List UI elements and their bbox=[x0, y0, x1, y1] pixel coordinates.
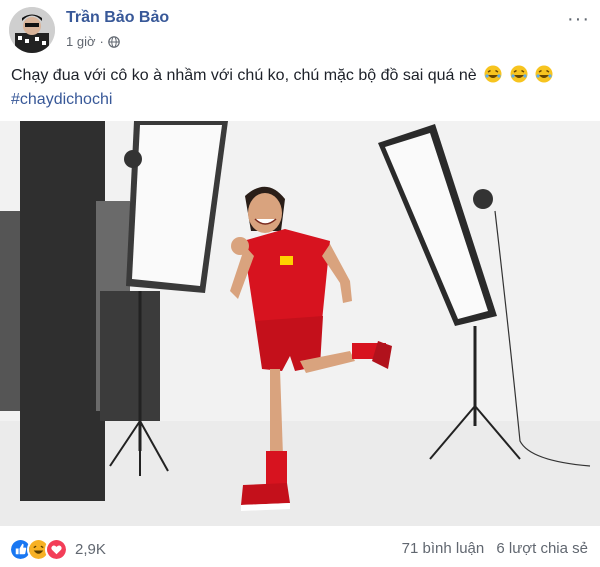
post-message: Chạy đua với cô ko à nhầm với chú ko, ch… bbox=[11, 64, 553, 88]
post-text: Chạy đua với cô ko à nhầm với chú ko, ch… bbox=[11, 64, 553, 112]
post-header: Trần Bảo Bảo 1 giờ · ··· bbox=[0, 0, 600, 56]
laughing-emoji-icon bbox=[510, 65, 528, 83]
love-icon bbox=[45, 538, 68, 561]
avatar[interactable] bbox=[9, 7, 55, 53]
post-meta: 1 giờ · bbox=[66, 34, 120, 49]
globe-icon[interactable] bbox=[108, 35, 120, 48]
photo-scene bbox=[0, 121, 600, 526]
reactions-summary[interactable]: 2,9K bbox=[9, 538, 106, 561]
shares-count-link[interactable]: 6 lượt chia sẻ bbox=[496, 540, 588, 557]
reaction-count: 2,9K bbox=[75, 541, 106, 558]
laughing-emoji-icon bbox=[535, 65, 553, 83]
post-photo[interactable] bbox=[0, 121, 600, 526]
avatar-image bbox=[9, 7, 55, 53]
author-name[interactable]: Trần Bảo Bảo bbox=[66, 9, 169, 27]
post-footer: 2,9K 71 bình luận 6 lượt chia sẻ bbox=[0, 526, 600, 567]
post-message-text: Chạy đua với cô ko à nhầm với chú ko, ch… bbox=[11, 67, 477, 84]
more-options-icon[interactable]: ··· bbox=[567, 8, 590, 31]
hashtag-link[interactable]: #chaydichochi bbox=[11, 88, 553, 112]
post-time[interactable]: 1 giờ bbox=[66, 34, 96, 49]
engagement-counts: 71 bình luận 6 lượt chia sẻ bbox=[402, 540, 588, 557]
comments-count-link[interactable]: 71 bình luận bbox=[402, 540, 485, 557]
laughing-emoji-icon bbox=[484, 65, 502, 83]
